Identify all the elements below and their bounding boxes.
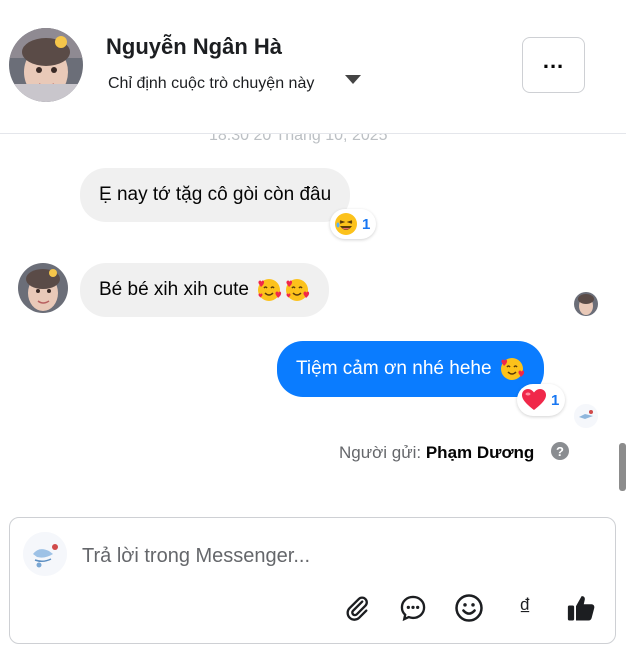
more-options-button[interactable]: ...: [522, 37, 585, 93]
reply-input[interactable]: [82, 540, 582, 572]
message-reaction[interactable]: 1: [330, 209, 377, 239]
more-options-label: ...: [542, 48, 565, 73]
sender-attribution: Người gửi: Phạm Dương: [339, 443, 534, 463]
page-avatar: [23, 532, 67, 576]
message-bubble-incoming[interactable]: Bé bé xih xih cute: [80, 263, 329, 317]
sender-name: Phạm Dương: [425, 443, 535, 462]
message-text: Bé bé xih xih cute: [99, 279, 249, 300]
thumbs-up-icon[interactable]: [563, 590, 599, 626]
page-seen-indicator: [574, 404, 598, 428]
reaction-count: 1: [551, 391, 560, 409]
help-icon[interactable]: ?: [551, 442, 569, 460]
attachment-icon[interactable]: [339, 590, 375, 626]
message-text: Tiệm cảm ơn nhé hehe: [296, 358, 492, 379]
smiling-face-with-hearts-icon: [500, 358, 524, 380]
contact-name[interactable]: Nguyễn Ngân Hà: [106, 34, 282, 60]
contact-avatar[interactable]: [9, 28, 83, 102]
seen-indicator-avatar: [574, 292, 598, 316]
sender-label: Người gửi:: [339, 443, 422, 462]
caret-down-icon[interactable]: [345, 75, 361, 84]
quick-reply-icon[interactable]: [395, 590, 431, 626]
red-heart-icon: [522, 389, 546, 410]
message-reaction[interactable]: 1: [517, 384, 566, 416]
payment-dong-icon[interactable]: ₫: [507, 590, 543, 626]
emoji-icon[interactable]: [451, 590, 487, 626]
smiling-face-with-hearts-icon: [285, 279, 310, 301]
contact-avatar-small[interactable]: [18, 263, 68, 313]
reply-composer: ₫: [9, 517, 616, 644]
reaction-count: 1: [362, 215, 371, 233]
conversation-header: Nguyễn Ngân Hà Chỉ định cuộc trò chuyện …: [0, 0, 626, 134]
message-bubble-incoming[interactable]: Ẹ nay tớ tặg cô gòi còn đâu: [80, 168, 351, 222]
message-bubble-outgoing[interactable]: Tiệm cảm ơn nhé hehe: [277, 341, 544, 397]
message-thread: 18:30 20 Tháng 10, 2025 Ẹ nay tớ tặg cô …: [0, 120, 626, 510]
assign-conversation[interactable]: Chỉ định cuộc trò chuyện này: [108, 75, 314, 93]
laughing-emoji-icon: [335, 213, 357, 235]
scrollbar-thumb[interactable]: [619, 443, 626, 491]
message-text: Ẹ nay tớ tặg cô gòi còn đâu: [99, 184, 332, 205]
smiling-face-with-hearts-icon: [257, 279, 282, 301]
